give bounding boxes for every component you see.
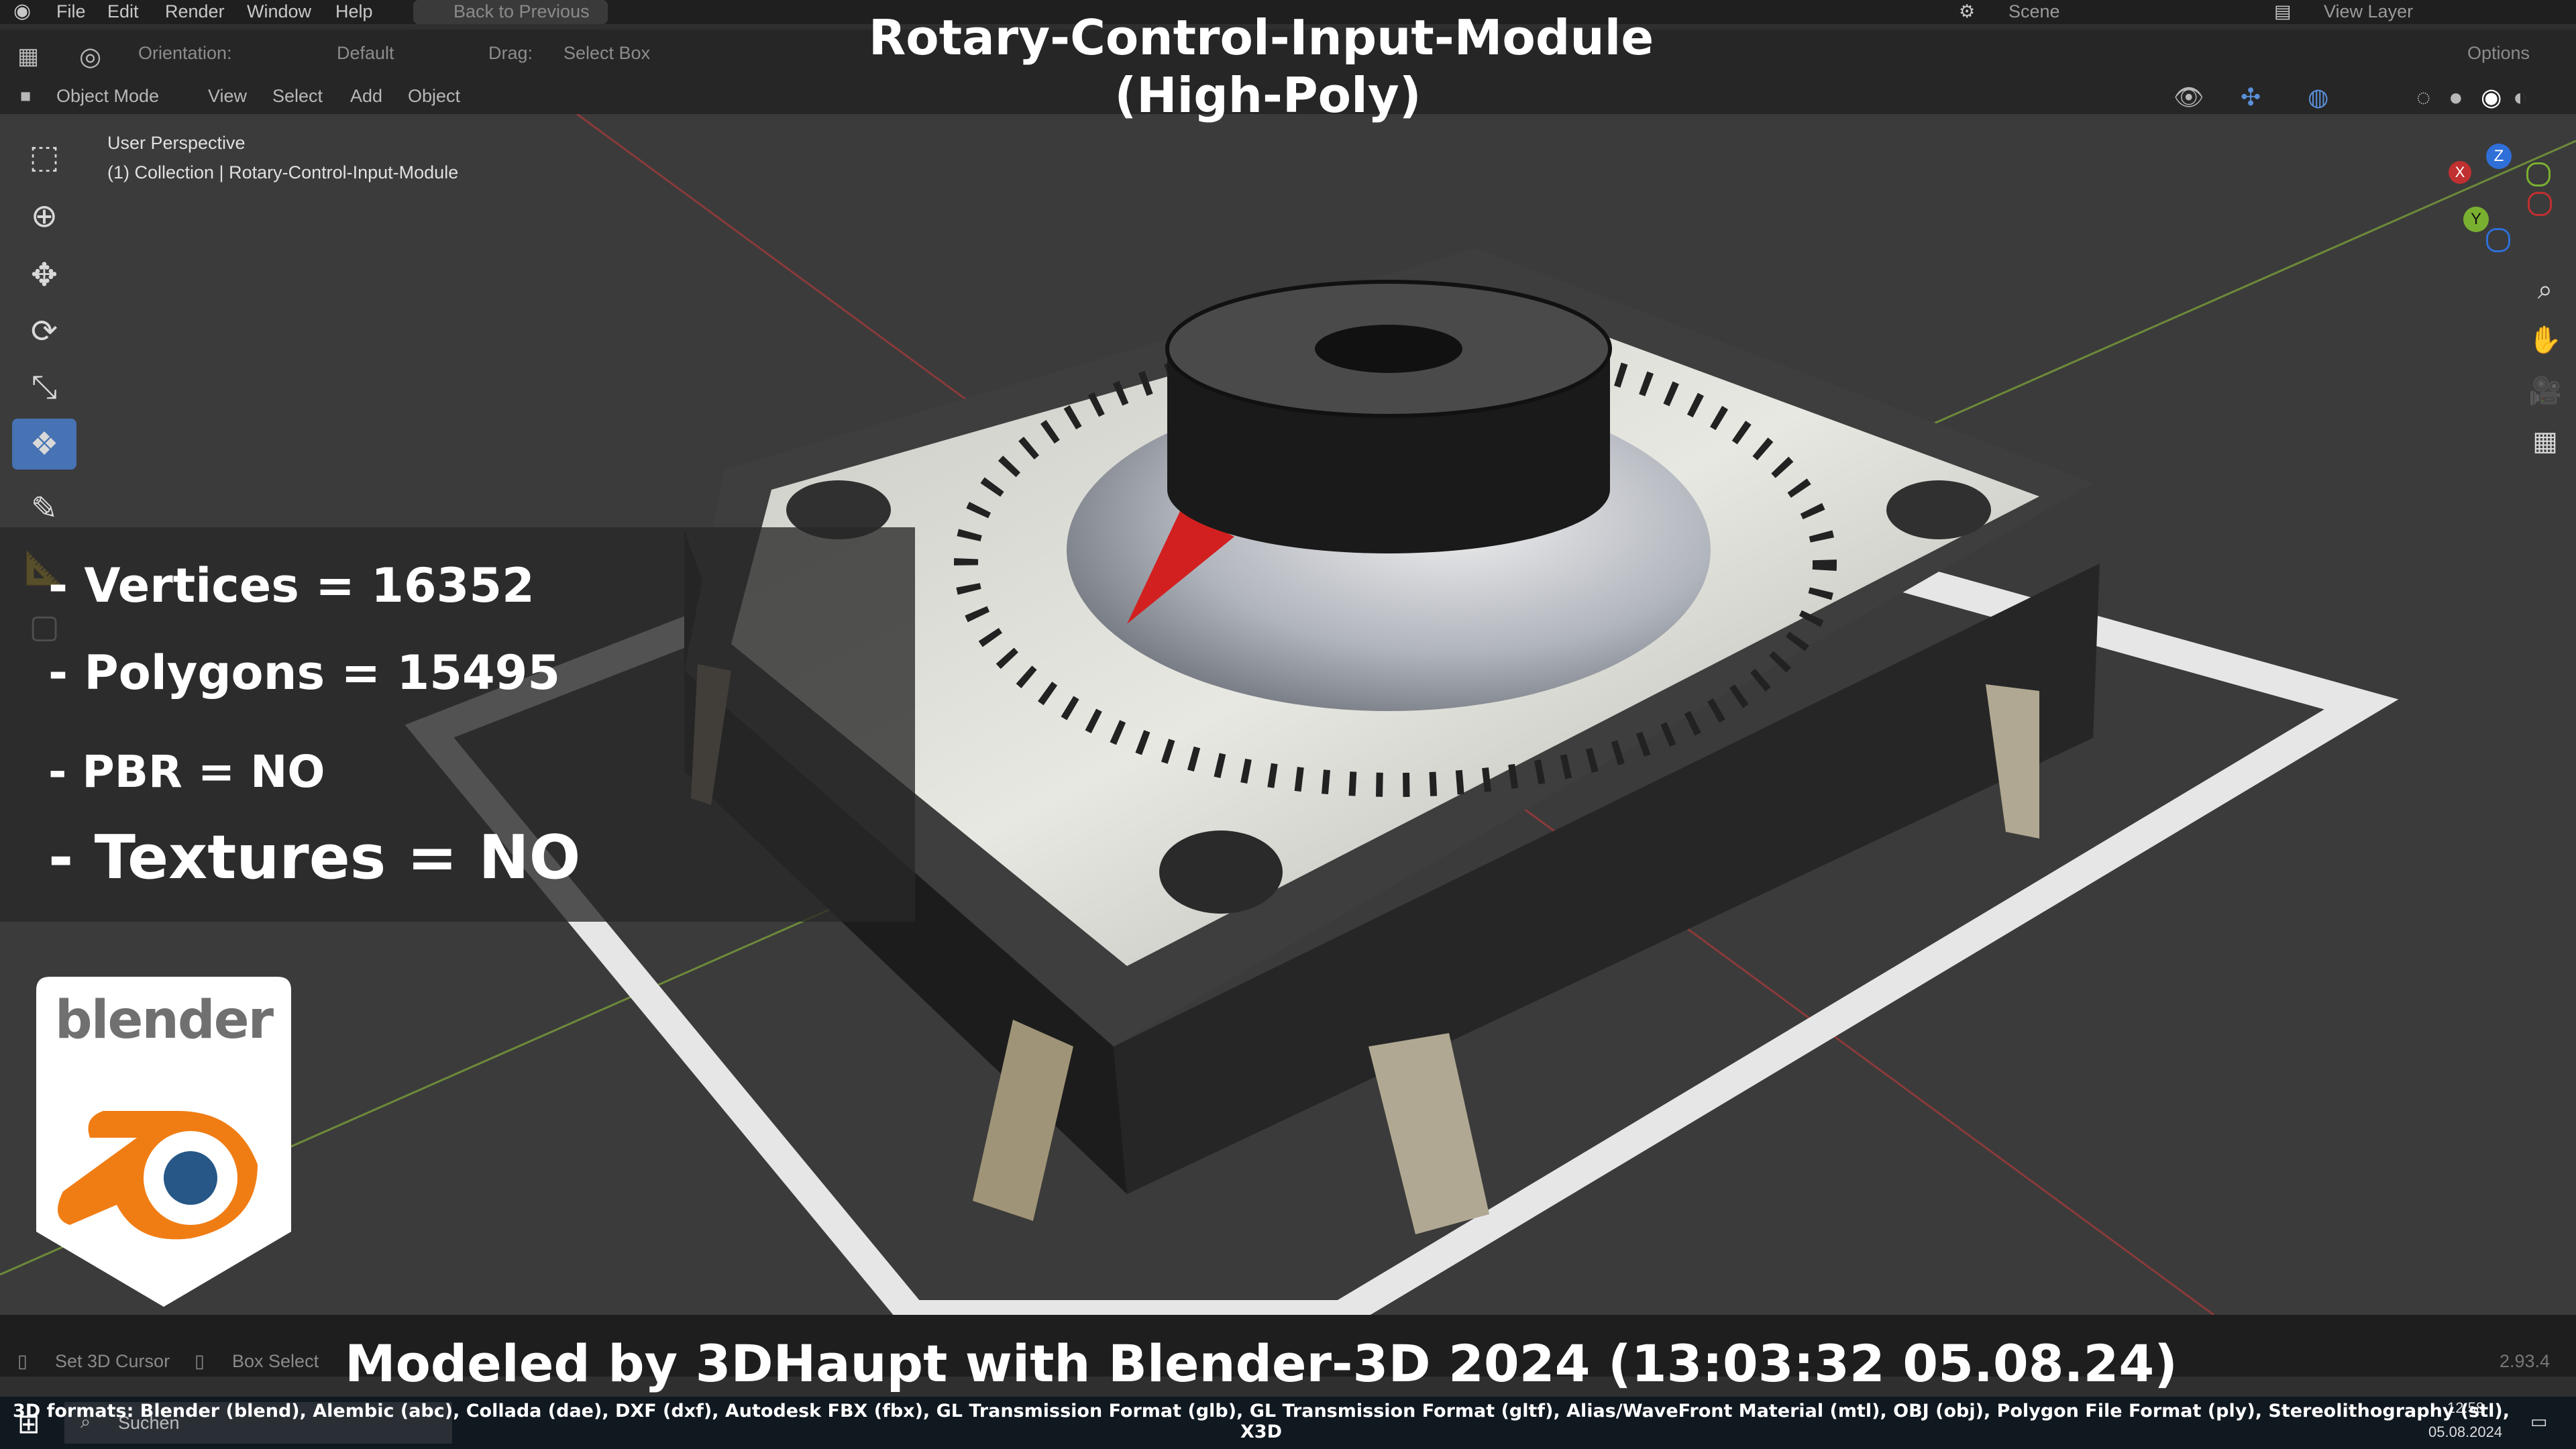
scale-icon[interactable]: ⤡ — [12, 362, 76, 413]
textures-stat: - Textures = NO — [48, 822, 581, 893]
pan-hand-icon[interactable]: ✋ — [2524, 318, 2567, 361]
viewport-perspective-label: User Perspective — [107, 133, 246, 153]
rotate-icon[interactable]: ⟳ — [12, 306, 76, 357]
knob-bottom — [1167, 426, 1610, 553]
gizmo-neg-z[interactable] — [2486, 228, 2510, 252]
ortho-grid-icon[interactable]: ▦ — [2524, 420, 2567, 463]
screw-bottom — [1159, 830, 1283, 914]
gizmo-y-axis[interactable]: Y — [2463, 207, 2489, 232]
annotate-icon[interactable]: ✎ — [12, 483, 76, 534]
notification-icon[interactable]: ▭ — [2530, 1411, 2548, 1432]
title-line-1: Rotary-Control-Input-Module — [868, 9, 1654, 66]
title-line-2: (High-Poly) — [1114, 67, 1421, 123]
stats-overlay: - Vertices = 16352 - Polygons = 15495 - … — [0, 527, 915, 922]
cursor-icon[interactable]: ⊕ — [12, 191, 76, 241]
navigation-gizmo[interactable]: Z Y X — [2449, 144, 2563, 258]
transform-icon[interactable]: ❖ — [12, 419, 76, 470]
pbr-stat: - PBR = NO — [48, 746, 325, 798]
leg-front-right — [1368, 1033, 1489, 1234]
blender-logo: blender — [36, 977, 291, 1307]
formats-caption: 3D formats: Blender (blend), Alembic (ab… — [13, 1401, 2510, 1442]
knob-center — [1315, 325, 1462, 373]
credit-caption: Modeled by 3DHaupt with Blender-3D 2024 … — [345, 1334, 2178, 1393]
gizmo-neg-y[interactable] — [2526, 162, 2551, 186]
gizmo-neg-x[interactable] — [2528, 192, 2552, 216]
blender-wordmark: blender — [54, 990, 274, 1051]
move-icon[interactable]: ✥ — [12, 250, 76, 301]
camera-icon[interactable]: 🎥 — [2524, 369, 2567, 412]
select-box-icon[interactable]: ⬚ — [12, 131, 76, 182]
polygons-stat: - Polygons = 15495 — [48, 645, 561, 700]
gizmo-x-axis[interactable]: X — [2449, 161, 2471, 184]
gizmo-z-axis[interactable]: Z — [2486, 144, 2512, 169]
vertices-stat: - Vertices = 16352 — [48, 558, 535, 613]
screw-top-right — [1886, 480, 1991, 539]
viewport-collection-label: (1) Collection | Rotary-Control-Input-Mo… — [107, 162, 459, 182]
zoom-icon[interactable]: ⌕ — [2524, 268, 2567, 311]
